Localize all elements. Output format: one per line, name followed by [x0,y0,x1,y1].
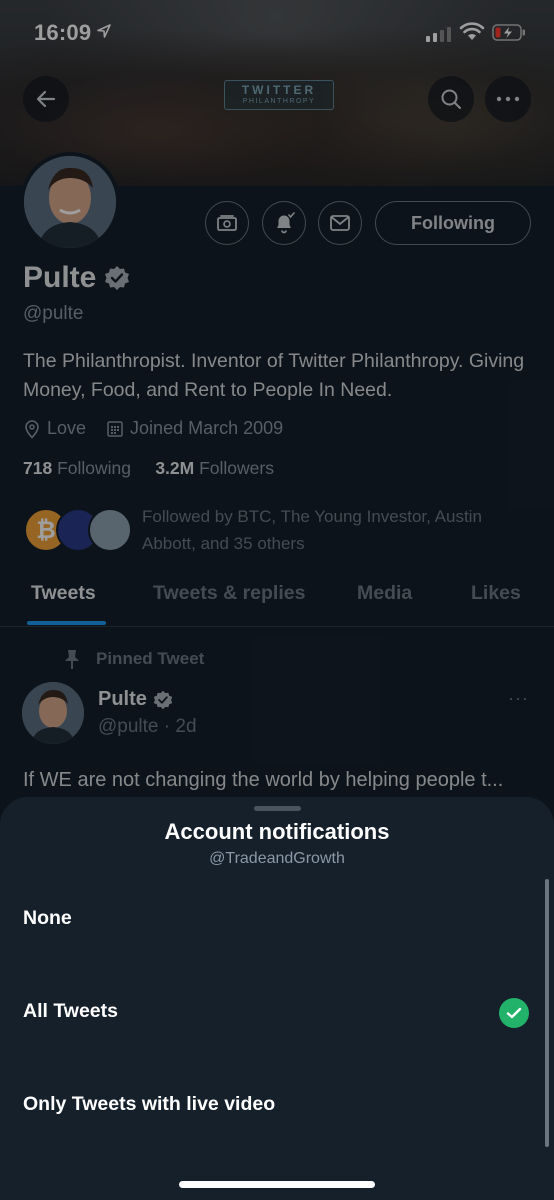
account-notifications-sheet: Account notifications @TradeandGrowth No… [0,797,554,1200]
sheet-scrollbar[interactable] [545,879,549,1147]
option-label: Only Tweets with live video [23,1093,276,1115]
option-live-video[interactable]: Only Tweets with live video [0,1071,554,1141]
option-all-tweets[interactable]: All Tweets [0,978,554,1048]
selected-checkmark [499,998,529,1028]
home-indicator[interactable] [179,1181,375,1188]
sheet-subtitle: @TradeandGrowth [209,850,345,867]
checkmark-icon [506,1007,522,1019]
option-none[interactable]: None [0,885,554,955]
option-label: None [23,907,72,929]
option-label: All Tweets [23,1000,118,1022]
sheet-title: Account notifications [164,819,390,844]
sheet-grabber[interactable] [254,806,301,811]
